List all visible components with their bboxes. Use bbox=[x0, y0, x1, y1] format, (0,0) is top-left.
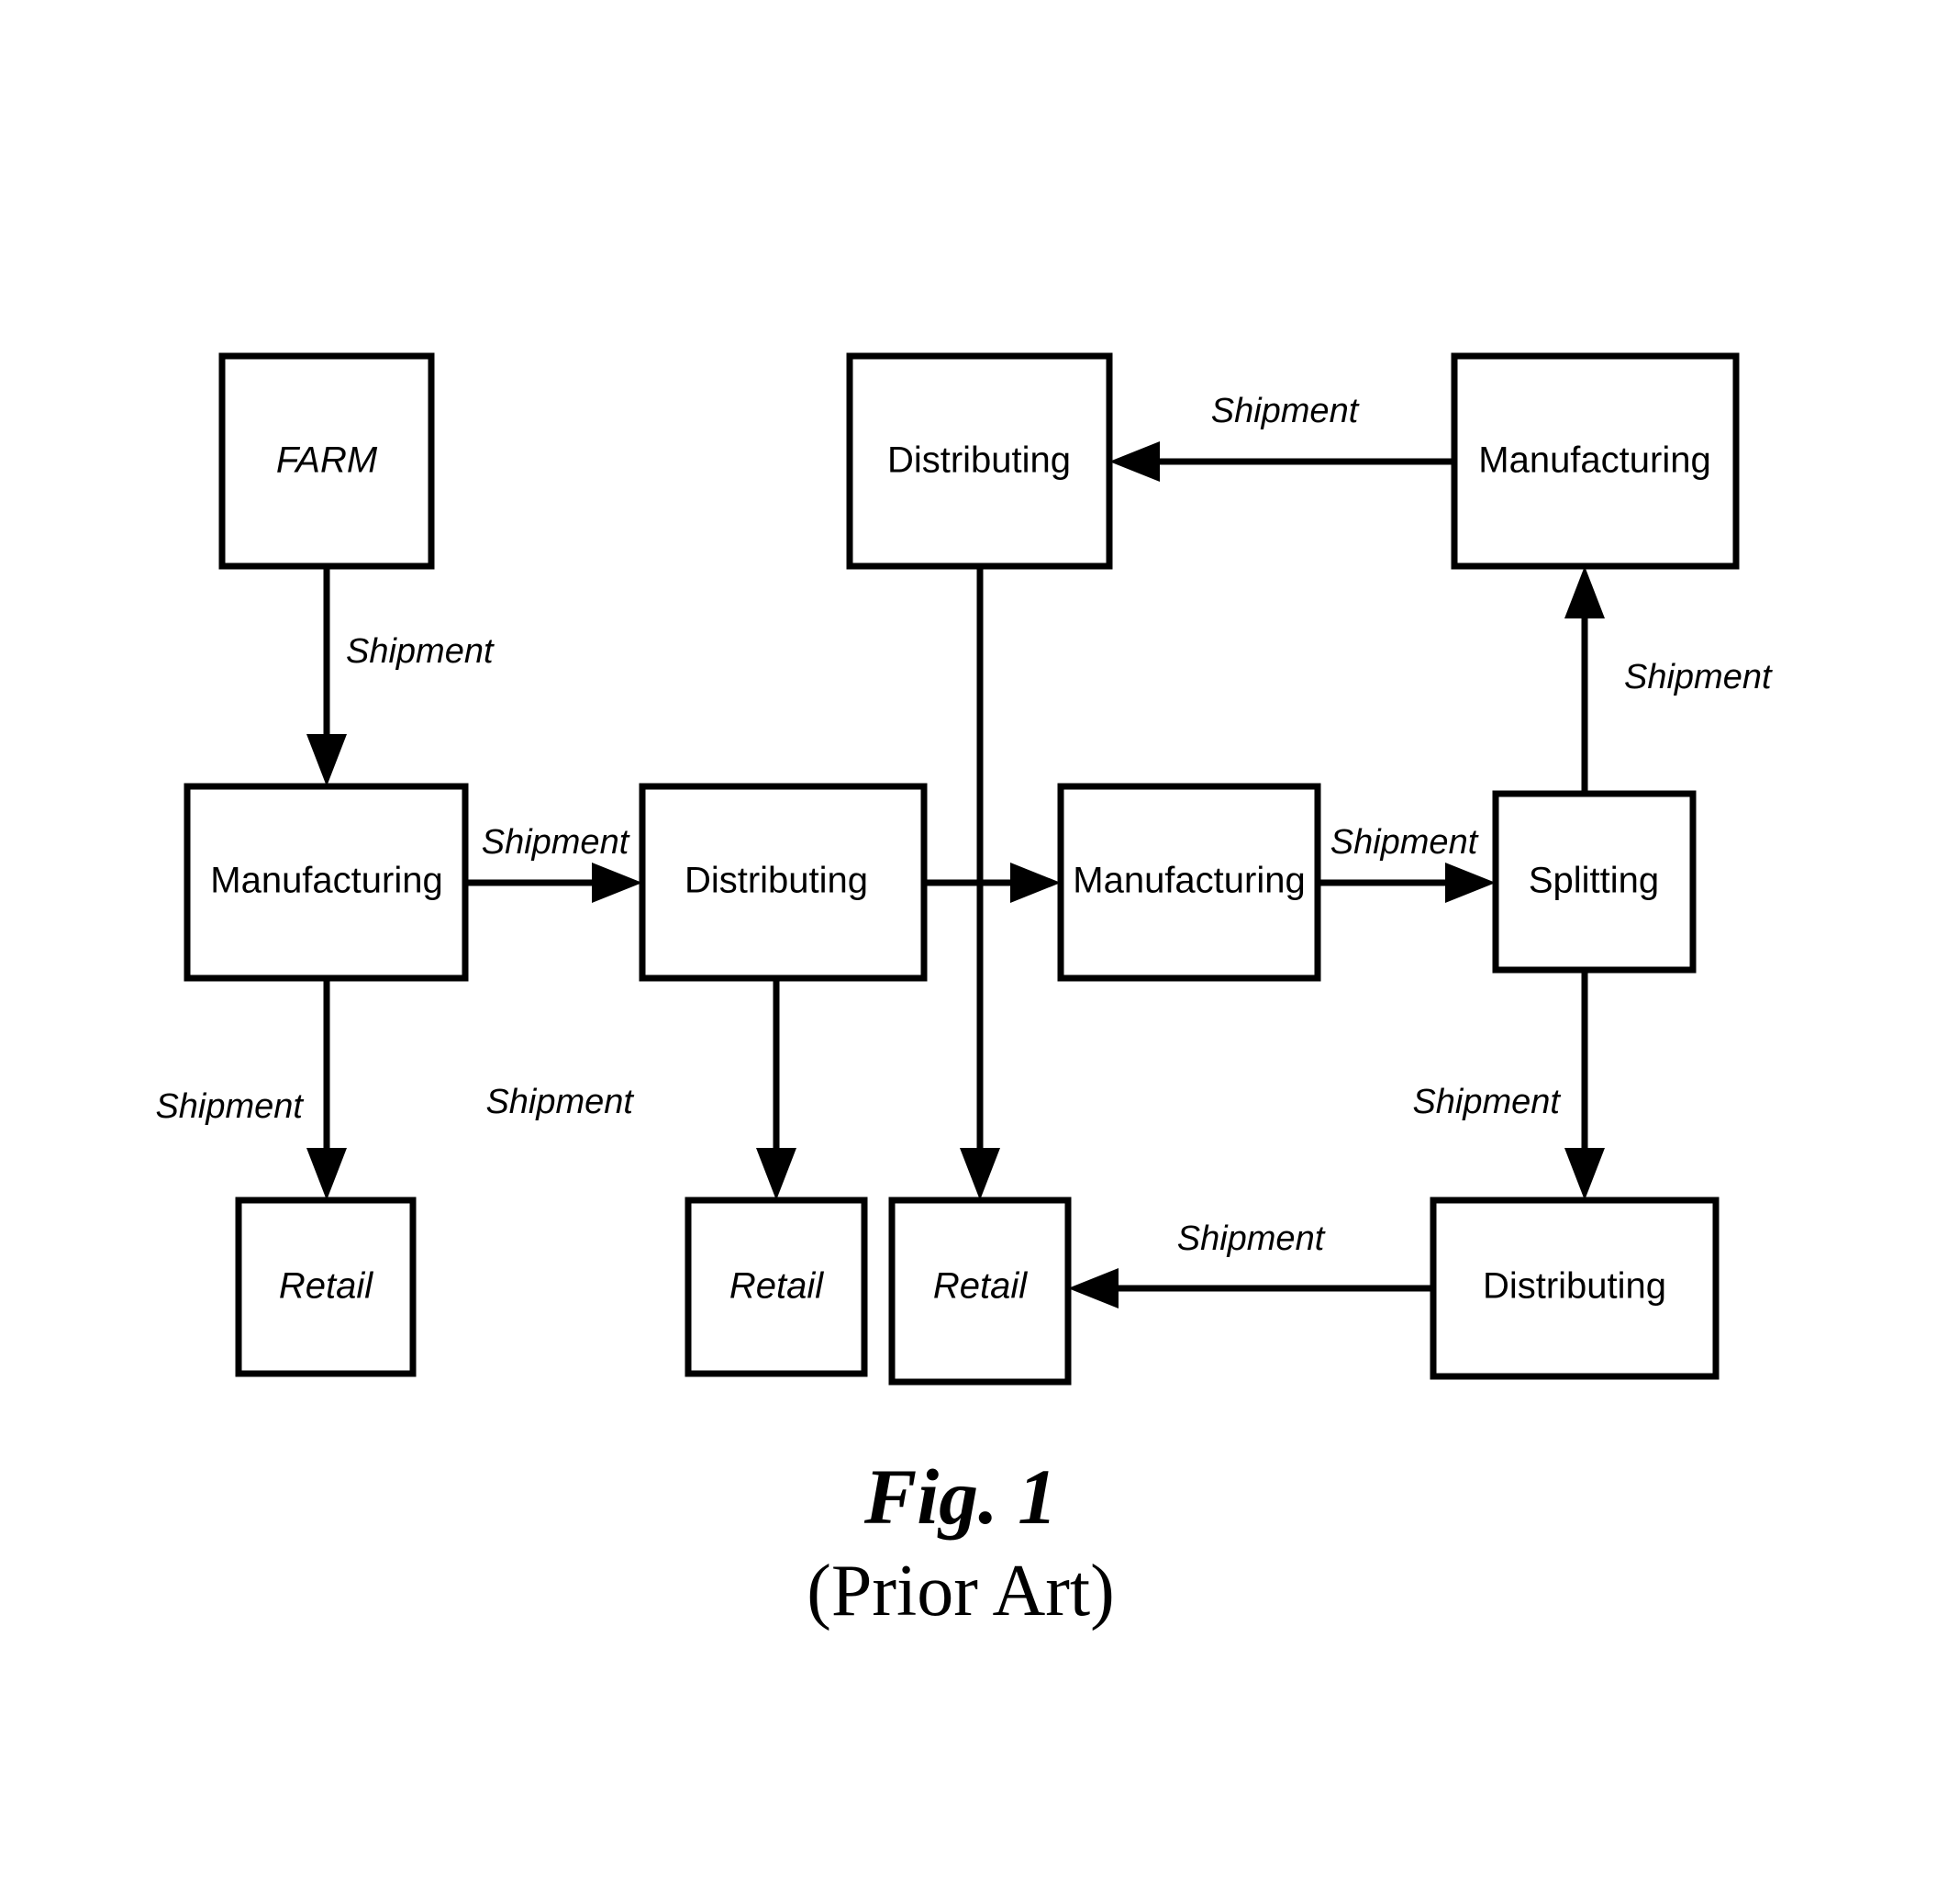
edge-farm-to-manufacturing-1 bbox=[306, 566, 347, 786]
edge-label-manufacturing-1-to-distributing-2: Shipment bbox=[482, 823, 630, 862]
node-retail-1[interactable]: Retail bbox=[235, 1197, 417, 1377]
arrowhead-down-icon bbox=[306, 1148, 347, 1200]
node-distributing-2[interactable]: Distributing bbox=[639, 783, 928, 982]
edge-label-splitting-to-manufacturing-3: Shipment bbox=[1624, 658, 1773, 696]
edge-label-distributing-2-to-retail-2: Shipment bbox=[485, 1083, 634, 1121]
arrowhead-right-icon bbox=[1445, 863, 1496, 903]
edge-manufacturing-2-to-splitting bbox=[1318, 863, 1496, 903]
figure-canvas: FARM Manufacturing Retail Distributing D… bbox=[0, 0, 1948, 1904]
edge-distributing-2-to-retail-2 bbox=[756, 978, 796, 1200]
edge-label-splitting-to-distributing-3: Shipment bbox=[1412, 1083, 1561, 1121]
node-label: Manufacturing bbox=[210, 861, 442, 901]
node-label: Distributing bbox=[1483, 1266, 1666, 1307]
node-label: Manufacturing bbox=[1073, 861, 1305, 901]
edge-manufacturing-1-to-distributing-2 bbox=[465, 863, 642, 903]
node-manufacturing-2[interactable]: Manufacturing bbox=[1057, 783, 1321, 982]
arrowhead-down-icon bbox=[960, 1148, 1000, 1200]
node-label: Splitting bbox=[1529, 861, 1659, 901]
arrowhead-right-icon bbox=[1010, 863, 1061, 903]
arrowhead-down-icon bbox=[306, 734, 347, 786]
node-label: Retail bbox=[279, 1266, 373, 1307]
edge-label-manufacturing-1-to-retail-1: Shipment bbox=[155, 1087, 304, 1126]
arrowhead-right-icon bbox=[592, 863, 642, 903]
edge-label-manufacturing-2-to-splitting: Shipment bbox=[1330, 823, 1479, 862]
edge-distributing-3-to-retail-3 bbox=[1068, 1268, 1433, 1308]
arrowhead-left-icon bbox=[1109, 441, 1160, 482]
node-label: FARM bbox=[276, 440, 378, 481]
node-manufacturing-3[interactable]: Manufacturing bbox=[1451, 352, 1740, 570]
arrowhead-left-icon bbox=[1068, 1268, 1119, 1308]
edge-label-manufacturing-3-to-distributing-1: Shipment bbox=[1211, 392, 1360, 430]
edge-distributing-2-to-manufacturing-2 bbox=[924, 863, 1061, 903]
node-label: Manufacturing bbox=[1478, 440, 1710, 481]
node-distributing-1[interactable]: Distributing bbox=[846, 352, 1113, 570]
edge-splitting-to-distributing-3 bbox=[1564, 970, 1605, 1200]
arrowhead-down-icon bbox=[1564, 1148, 1605, 1200]
edge-manufacturing-1-to-retail-1 bbox=[306, 978, 347, 1200]
node-splitting[interactable]: Splitting bbox=[1492, 790, 1697, 974]
node-distributing-3[interactable]: Distributing bbox=[1430, 1197, 1720, 1380]
node-label: Retail bbox=[729, 1266, 824, 1307]
edge-manufacturing-3-to-distributing-1 bbox=[1109, 441, 1454, 482]
edge-label-distributing-3-to-retail-3: Shipment bbox=[1177, 1219, 1326, 1258]
node-farm[interactable]: FARM bbox=[218, 352, 435, 570]
node-retail-3[interactable]: Retail bbox=[888, 1197, 1072, 1386]
node-label: Retail bbox=[933, 1266, 1028, 1307]
node-label: Distributing bbox=[887, 440, 1071, 481]
arrowhead-down-icon bbox=[756, 1148, 796, 1200]
figure-title: Fig. 1 bbox=[863, 1453, 1057, 1541]
node-manufacturing-1[interactable]: Manufacturing bbox=[184, 783, 469, 982]
arrowhead-up-icon bbox=[1564, 566, 1605, 618]
edge-label-farm-to-manufacturing-1: Shipment bbox=[346, 632, 495, 671]
prior-art-supply-chain-diagram: FARM Manufacturing Retail Distributing D… bbox=[155, 352, 1773, 1631]
node-retail-2[interactable]: Retail bbox=[685, 1197, 868, 1377]
figure-subtitle: (Prior Art) bbox=[807, 1551, 1115, 1631]
edge-splitting-to-manufacturing-3 bbox=[1564, 566, 1605, 794]
node-label: Distributing bbox=[685, 861, 868, 901]
